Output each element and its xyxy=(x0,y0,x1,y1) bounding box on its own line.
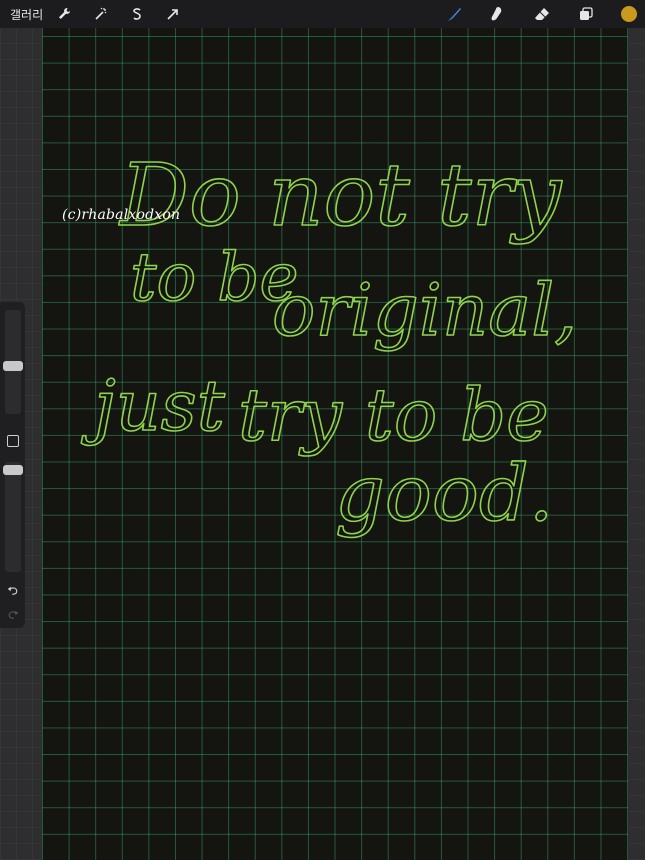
top-toolbar: 갤러리 xyxy=(0,0,645,28)
color-swatch-circle xyxy=(621,6,637,22)
selection-icon[interactable] xyxy=(127,4,147,24)
wrench-icon[interactable] xyxy=(54,4,74,24)
drawing-canvas[interactable] xyxy=(42,28,628,860)
modify-button[interactable] xyxy=(7,435,19,447)
smudge-icon[interactable] xyxy=(487,4,507,24)
layers-icon[interactable] xyxy=(576,4,596,24)
left-sidebar xyxy=(0,302,25,628)
opacity-slider[interactable] xyxy=(3,462,23,572)
gallery-button[interactable]: 갤러리 xyxy=(10,6,43,23)
brush-icon[interactable] xyxy=(444,4,464,24)
color-swatch[interactable] xyxy=(619,4,639,24)
redo-icon[interactable] xyxy=(5,607,21,621)
right-bezel xyxy=(628,28,645,860)
watermark-text: (c)rhabalxodxon xyxy=(62,207,181,223)
undo-icon[interactable] xyxy=(5,583,21,597)
opacity-handle[interactable] xyxy=(3,465,23,475)
brush-size-slider[interactable] xyxy=(3,310,23,414)
magic-wand-icon[interactable] xyxy=(91,4,111,24)
brush-size-handle[interactable] xyxy=(3,360,23,371)
transform-arrow-icon[interactable] xyxy=(163,4,183,24)
eraser-icon[interactable] xyxy=(532,4,552,24)
